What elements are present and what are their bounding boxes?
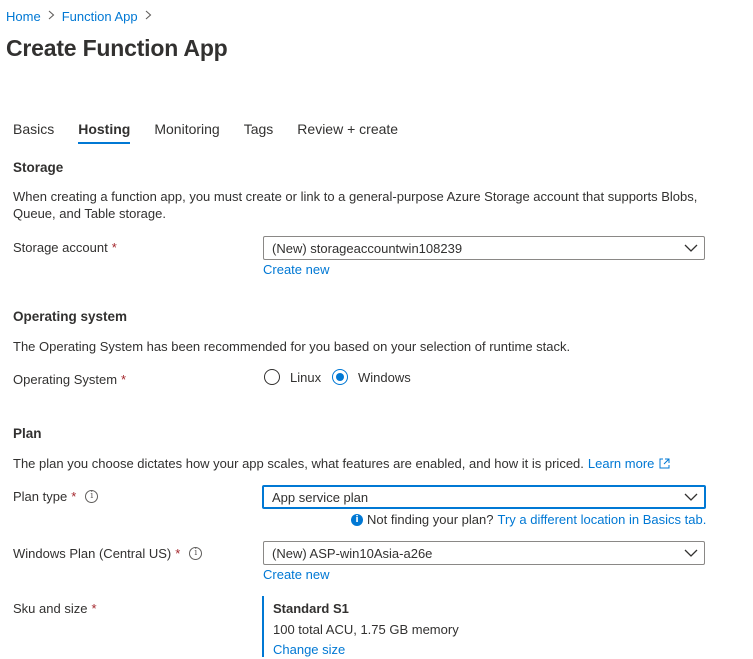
tab-basics[interactable]: Basics bbox=[13, 121, 54, 144]
breadcrumb-home-link[interactable]: Home bbox=[6, 9, 41, 24]
external-link-icon[interactable] bbox=[659, 458, 670, 469]
windows-plan-label: Windows Plan (Central US) * i bbox=[13, 546, 203, 561]
info-filled-icon: i bbox=[351, 513, 363, 526]
sku-description: 100 total ACU, 1.75 GB memory bbox=[273, 622, 459, 637]
storage-description: When creating a function app, you must c… bbox=[13, 189, 698, 221]
windows-plan-value: (New) ASP-win10Asia-a26e bbox=[272, 545, 433, 561]
os-radio-windows[interactable]: Windows bbox=[332, 369, 411, 385]
plan-type-dropdown[interactable]: App service plan bbox=[262, 485, 706, 509]
tab-tags[interactable]: Tags bbox=[244, 121, 274, 144]
storage-account-value: (New) storageaccountwin108239 bbox=[272, 240, 463, 256]
storage-account-label: Storage account * bbox=[13, 240, 117, 255]
tab-review-create[interactable]: Review + create bbox=[297, 121, 398, 144]
info-icon[interactable]: i bbox=[85, 490, 99, 503]
plan-section-title: Plan bbox=[13, 426, 42, 441]
chevron-right-icon bbox=[145, 8, 152, 23]
tab-monitoring[interactable]: Monitoring bbox=[154, 121, 219, 144]
chevron-right-icon bbox=[48, 8, 55, 23]
os-label-text: Operating System bbox=[13, 372, 118, 387]
plan-description-row: The plan you choose dictates how your ap… bbox=[13, 455, 713, 472]
required-marker: * bbox=[175, 546, 181, 561]
required-marker: * bbox=[121, 372, 127, 387]
storage-create-new-link[interactable]: Create new bbox=[263, 262, 329, 277]
chevron-down-icon bbox=[678, 244, 704, 252]
windows-plan-label-text: Windows Plan (Central US) bbox=[13, 546, 172, 561]
chevron-down-icon bbox=[678, 493, 704, 501]
page-title: Create Function App bbox=[6, 35, 228, 61]
os-description: The Operating System has been recommende… bbox=[13, 339, 571, 354]
info-icon[interactable]: i bbox=[189, 547, 203, 560]
plan-hint-row: i Not finding your plan? Try a different… bbox=[351, 512, 706, 527]
tab-bar: Basics Hosting Monitoring Tags Review + … bbox=[13, 121, 422, 144]
try-different-location-link[interactable]: Try a different location in Basics tab. bbox=[497, 512, 706, 527]
plan-type-label: Plan type * i bbox=[13, 489, 99, 504]
required-marker: * bbox=[91, 601, 97, 616]
sku-label-text: Sku and size bbox=[13, 601, 88, 616]
learn-more-link[interactable]: Learn more bbox=[588, 455, 654, 472]
breadcrumb-function-app-link[interactable]: Function App bbox=[62, 9, 138, 24]
required-marker: * bbox=[111, 240, 117, 255]
sku-title: Standard S1 bbox=[273, 601, 349, 616]
storage-account-dropdown[interactable]: (New) storageaccountwin108239 bbox=[263, 236, 705, 260]
os-radio-linux[interactable]: Linux bbox=[264, 369, 321, 385]
required-marker: * bbox=[71, 489, 77, 504]
windows-plan-create-new-link[interactable]: Create new bbox=[263, 567, 329, 582]
windows-plan-dropdown[interactable]: (New) ASP-win10Asia-a26e bbox=[263, 541, 705, 565]
sku-label: Sku and size * bbox=[13, 601, 97, 616]
chevron-down-icon bbox=[678, 549, 704, 557]
tab-hosting[interactable]: Hosting bbox=[78, 121, 131, 144]
storage-account-label-text: Storage account bbox=[13, 240, 108, 255]
radio-unchecked[interactable] bbox=[264, 369, 280, 385]
plan-type-value: App service plan bbox=[272, 489, 369, 505]
os-radio-windows-label: Windows bbox=[358, 369, 411, 385]
change-size-link[interactable]: Change size bbox=[273, 642, 459, 657]
os-label: Operating System * bbox=[13, 372, 126, 387]
os-section-title: Operating system bbox=[13, 309, 128, 324]
breadcrumb: Home Function App bbox=[6, 9, 159, 24]
storage-section-title: Storage bbox=[13, 160, 64, 175]
sku-summary: Standard S1 100 total ACU, 1.75 GB memor… bbox=[262, 596, 459, 657]
plan-description: The plan you choose dictates how your ap… bbox=[13, 456, 584, 471]
radio-checked[interactable] bbox=[332, 369, 348, 385]
plan-type-label-text: Plan type bbox=[13, 489, 68, 504]
not-finding-text: Not finding your plan? bbox=[367, 512, 494, 527]
os-radio-linux-label: Linux bbox=[290, 369, 322, 385]
